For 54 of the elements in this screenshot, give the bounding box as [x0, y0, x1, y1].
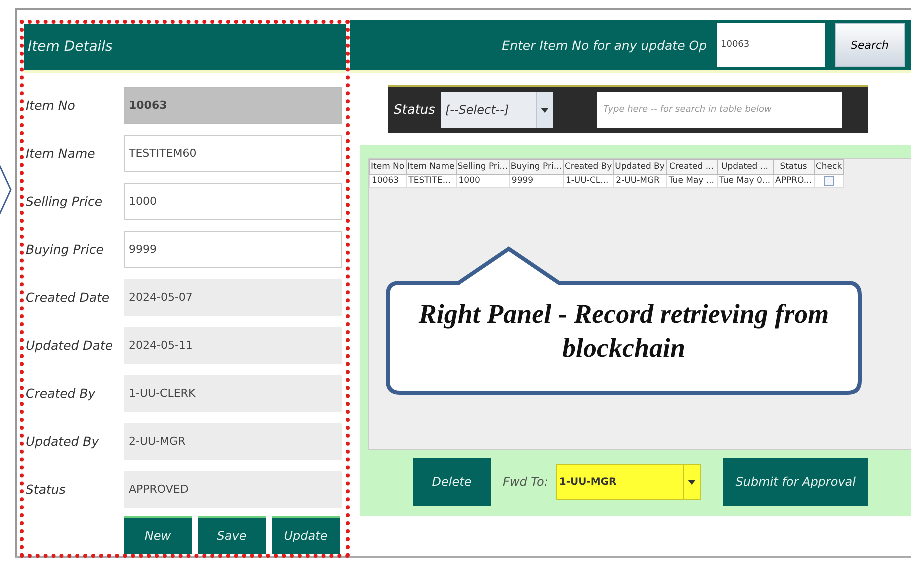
field-label: Item No [25, 98, 76, 113]
panel-title: Item Details [27, 39, 113, 55]
field-label: Selling Price [25, 194, 104, 209]
table-cell: 1-UU-CL... [563, 174, 614, 188]
column-header[interactable]: Buying Pri... [509, 160, 564, 174]
column-header[interactable]: Check [814, 160, 844, 174]
field-label: Updated By [25, 434, 100, 449]
input-field[interactable]: 10063 [124, 87, 342, 124]
field-label: Updated Date [25, 338, 114, 353]
input-field[interactable]: 9999 [124, 231, 342, 268]
table-cell: TESTITE... [406, 174, 456, 188]
column-header[interactable]: Updated By [614, 160, 666, 174]
column-header[interactable]: Created ... [666, 160, 718, 174]
table-cell: Tue May ... [666, 174, 718, 188]
search-label: Enter Item No for any update Op [502, 38, 707, 52]
input-field[interactable]: 2024-05-11 [124, 327, 342, 364]
input-field[interactable]: APPROVED [124, 471, 342, 508]
search-button[interactable]: Search [835, 23, 905, 67]
column-header[interactable]: Updated ... [717, 160, 774, 174]
column-header[interactable]: Item No [370, 160, 406, 174]
table-search-field[interactable]: Type here -- for search in table below [597, 92, 842, 128]
forward-dropdown[interactable]: 1-UU-MGR [556, 464, 702, 500]
field-label: Status [25, 482, 67, 497]
form-button[interactable]: Update [272, 516, 340, 554]
table-cell: Tue May 0... [717, 174, 774, 188]
input-field[interactable]: 1-UU-CLERK [124, 375, 342, 412]
table-cell: 2-UU-MGR [614, 174, 666, 188]
chevron-icon [0, 165, 12, 215]
checkbox[interactable] [824, 176, 834, 186]
column-header[interactable]: Item Name [406, 160, 456, 174]
field-label: Item Name [25, 146, 96, 161]
submit-button[interactable]: Submit for Approval [723, 458, 868, 506]
input-field[interactable]: 1000 [124, 183, 342, 220]
field-label: Created By [25, 386, 97, 401]
table-cell: APPRO... [773, 174, 814, 188]
column-header[interactable]: Created By [563, 160, 614, 174]
form-button[interactable]: Save [198, 516, 266, 554]
input-field[interactable]: 2024-05-07 [124, 279, 342, 316]
table-cell: 1000 [456, 174, 510, 188]
table-cell: 9999 [509, 174, 564, 188]
callout-text: Right Panel - Record retrieving from blockchain [418, 298, 830, 365]
column-header[interactable]: Status [773, 160, 814, 174]
form-button[interactable]: New [124, 516, 192, 554]
column-header[interactable]: Selling Pri... [456, 160, 510, 174]
input-field[interactable]: 2-UU-MGR [124, 423, 342, 460]
forward-label: Fwd To: [503, 475, 548, 489]
table-cell: 10063 [370, 174, 406, 188]
field-label: Created Date [25, 290, 111, 305]
status-dropdown[interactable]: [--Select--] [441, 92, 554, 128]
filter-label: Status [394, 102, 436, 118]
input-field[interactable]: TESTITEM60 [124, 135, 342, 172]
search-field[interactable]: 10063 [717, 23, 825, 67]
field-label: Buying Price [25, 242, 105, 257]
delete-button[interactable]: Delete [413, 458, 491, 506]
